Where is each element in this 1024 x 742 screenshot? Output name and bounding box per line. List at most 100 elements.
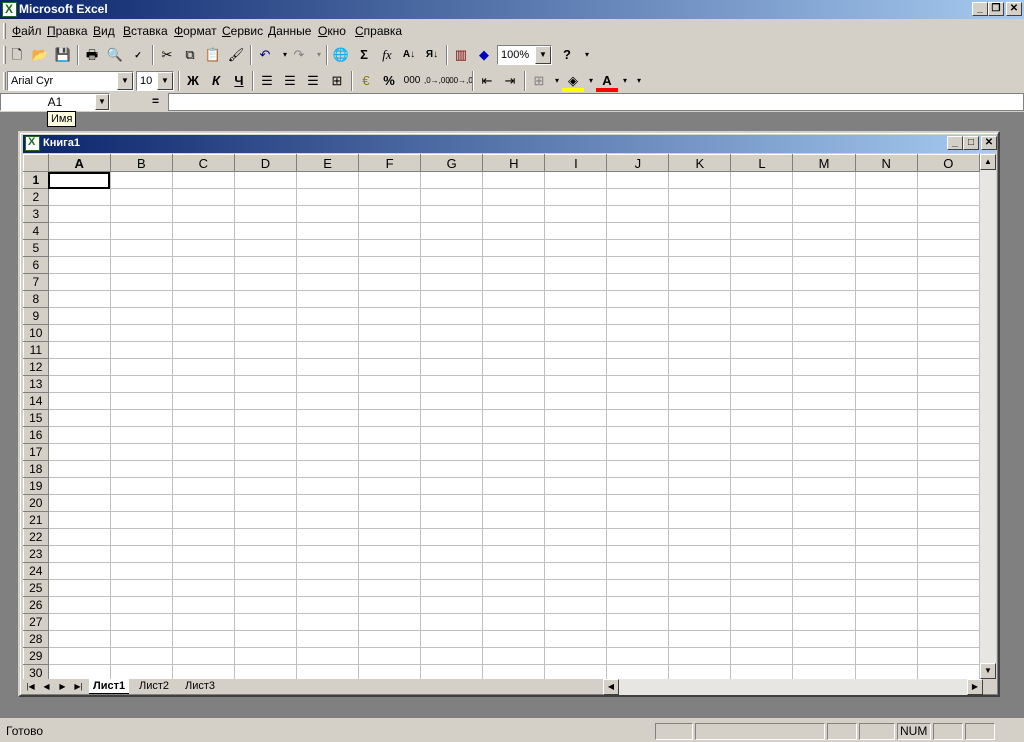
zoom-select[interactable]: 100% ▼ <box>497 45 552 65</box>
cell[interactable] <box>420 443 484 461</box>
cell[interactable] <box>668 358 732 376</box>
cell[interactable] <box>420 528 484 546</box>
cell[interactable] <box>172 307 235 325</box>
cell[interactable] <box>606 579 670 597</box>
row-header[interactable]: 29 <box>23 647 49 665</box>
prev-sheet-icon[interactable]: ◀ <box>39 679 54 694</box>
increase-indent-icon[interactable]: ⇥ <box>499 70 521 92</box>
cell[interactable] <box>420 392 484 410</box>
cell[interactable] <box>544 528 608 546</box>
cell[interactable] <box>48 630 111 648</box>
row-header[interactable]: 26 <box>23 596 49 614</box>
cell[interactable] <box>420 409 484 427</box>
cell[interactable] <box>482 375 546 393</box>
cell[interactable] <box>730 528 794 546</box>
cell[interactable] <box>110 426 173 444</box>
cell[interactable] <box>482 426 546 444</box>
cell[interactable] <box>668 596 732 614</box>
cell[interactable] <box>730 630 794 648</box>
formula-input[interactable] <box>168 93 1024 111</box>
cell[interactable] <box>358 579 422 597</box>
cell[interactable] <box>296 290 360 308</box>
cell[interactable] <box>792 477 856 495</box>
cell[interactable] <box>110 205 173 223</box>
minimize-button[interactable]: _ <box>972 2 988 16</box>
cell[interactable] <box>730 562 794 580</box>
cell[interactable] <box>730 273 794 291</box>
cell[interactable] <box>855 205 918 223</box>
cell[interactable] <box>482 443 546 461</box>
cell[interactable] <box>110 613 173 631</box>
cell[interactable] <box>482 222 546 240</box>
horizontal-scrollbar[interactable]: ◀ ▶ <box>603 679 983 695</box>
cell[interactable] <box>234 477 298 495</box>
cell[interactable] <box>668 239 732 257</box>
cell[interactable] <box>420 358 484 376</box>
column-header[interactable]: J <box>606 154 670 172</box>
cell[interactable] <box>358 222 422 240</box>
merge-center-icon[interactable]: ⊞ <box>326 70 348 92</box>
cell[interactable] <box>420 375 484 393</box>
cell[interactable] <box>792 273 856 291</box>
cell[interactable] <box>544 392 608 410</box>
cell[interactable] <box>110 443 173 461</box>
decrease-decimal-button[interactable]: ,00→,0 <box>447 70 473 92</box>
row-header[interactable]: 17 <box>23 443 49 461</box>
cell[interactable] <box>172 358 235 376</box>
cell[interactable] <box>358 239 422 257</box>
wb-close-button[interactable]: ✕ <box>981 136 997 150</box>
percent-button[interactable]: % <box>378 70 400 92</box>
row-header[interactable]: 4 <box>23 222 49 240</box>
cell[interactable] <box>544 545 608 563</box>
cell[interactable] <box>606 239 670 257</box>
row-header[interactable]: 24 <box>23 562 49 580</box>
first-sheet-icon[interactable]: |◀ <box>23 679 38 694</box>
row-header[interactable]: 27 <box>23 613 49 631</box>
cell[interactable] <box>110 188 173 206</box>
redo-icon[interactable]: ↷ <box>288 44 310 66</box>
sheet-tab-2[interactable]: Лист2 <box>135 679 173 694</box>
cell[interactable] <box>48 664 111 679</box>
cell[interactable] <box>855 562 918 580</box>
cell[interactable] <box>606 341 670 359</box>
cell[interactable] <box>668 562 732 580</box>
cell[interactable] <box>110 392 173 410</box>
cell[interactable] <box>420 171 484 189</box>
cell[interactable] <box>482 409 546 427</box>
autosum-icon[interactable]: Σ <box>353 44 375 66</box>
cell[interactable] <box>110 477 173 495</box>
cell[interactable] <box>668 375 732 393</box>
cell[interactable] <box>358 545 422 563</box>
cell[interactable] <box>855 273 918 291</box>
cell[interactable] <box>544 222 608 240</box>
cell[interactable] <box>855 494 918 512</box>
cell[interactable] <box>730 171 794 189</box>
cell[interactable] <box>917 273 980 291</box>
cell[interactable] <box>296 613 360 631</box>
spelling-icon[interactable]: ✓ <box>127 44 149 66</box>
cell[interactable] <box>730 392 794 410</box>
cell[interactable] <box>358 256 422 274</box>
toolbar-grip[interactable] <box>3 72 6 90</box>
cell[interactable] <box>855 392 918 410</box>
cell[interactable] <box>855 613 918 631</box>
cell[interactable] <box>296 188 360 206</box>
hyperlink-icon[interactable]: 🌐 <box>330 44 352 66</box>
cell[interactable] <box>917 545 980 563</box>
cell[interactable] <box>792 409 856 427</box>
font-select[interactable]: Arial Cyr ▼ <box>7 71 134 91</box>
cell[interactable] <box>296 630 360 648</box>
cell[interactable] <box>234 273 298 291</box>
cell[interactable] <box>730 358 794 376</box>
cell[interactable] <box>668 409 732 427</box>
cell[interactable] <box>358 341 422 359</box>
cell[interactable] <box>730 205 794 223</box>
row-header[interactable]: 28 <box>23 630 49 648</box>
workbook-icon[interactable] <box>25 136 40 151</box>
cell[interactable] <box>172 426 235 444</box>
cell[interactable] <box>792 358 856 376</box>
cell[interactable] <box>482 630 546 648</box>
cell[interactable] <box>917 460 980 478</box>
cell[interactable] <box>482 290 546 308</box>
column-header[interactable]: B <box>109 154 173 172</box>
